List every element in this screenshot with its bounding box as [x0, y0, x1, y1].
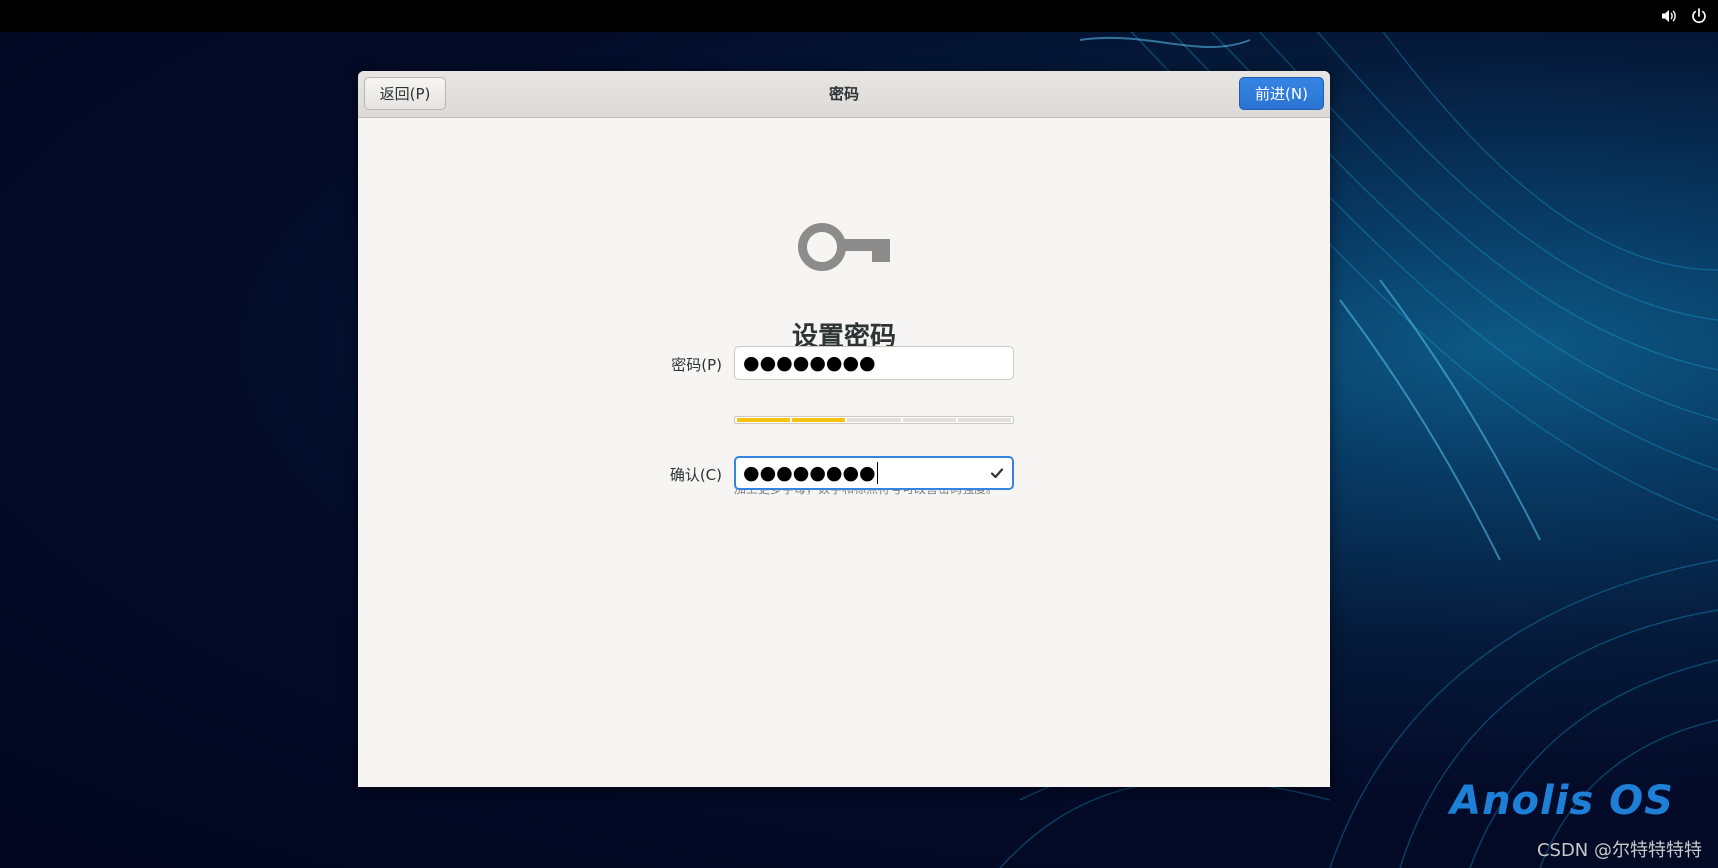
strength-segment — [847, 418, 901, 422]
strength-segment — [902, 418, 956, 422]
check-icon — [990, 468, 1004, 479]
key-icon — [798, 223, 890, 271]
confirm-password-field[interactable]: ●●●●●●●● — [734, 456, 1014, 490]
header-bar: 返回(P) 密码 前进(N) — [358, 71, 1330, 118]
confirm-label: 确认(C) — [669, 466, 722, 484]
next-button[interactable]: 前进(N) — [1239, 77, 1324, 110]
watermark-text: CSDN @尔特特特特 — [1536, 840, 1702, 861]
dialog-content: 设置密码 请记好您的密码。 密码(P) ●●●●●●●● 加上更多字母，数字和标… — [358, 118, 1330, 787]
password-masked-value: ●●●●●●●● — [743, 351, 876, 374]
password-field[interactable]: ●●●●●●●● — [734, 346, 1014, 380]
strength-segment — [737, 418, 791, 422]
dialog-title: 密码 — [828, 85, 859, 103]
text-cursor — [876, 462, 879, 484]
strength-segment — [792, 418, 846, 422]
volume-icon[interactable] — [1660, 7, 1678, 25]
confirm-masked-value: ●●●●●●●● — [743, 461, 876, 484]
power-icon[interactable] — [1690, 7, 1708, 25]
os-brand-logo: Anolis OS — [1450, 778, 1674, 824]
password-label: 密码(P) — [671, 356, 722, 374]
password-dialog: 返回(P) 密码 前进(N) 设置密码 请记好您的密码。 密码(P) ●●●●●… — [358, 71, 1330, 787]
top-bar — [0, 0, 1718, 32]
desktop: 返回(P) 密码 前进(N) 设置密码 请记好您的密码。 密码(P) ●●●●●… — [0, 0, 1718, 868]
strength-segment — [957, 418, 1012, 422]
password-strength-meter — [734, 416, 1014, 424]
